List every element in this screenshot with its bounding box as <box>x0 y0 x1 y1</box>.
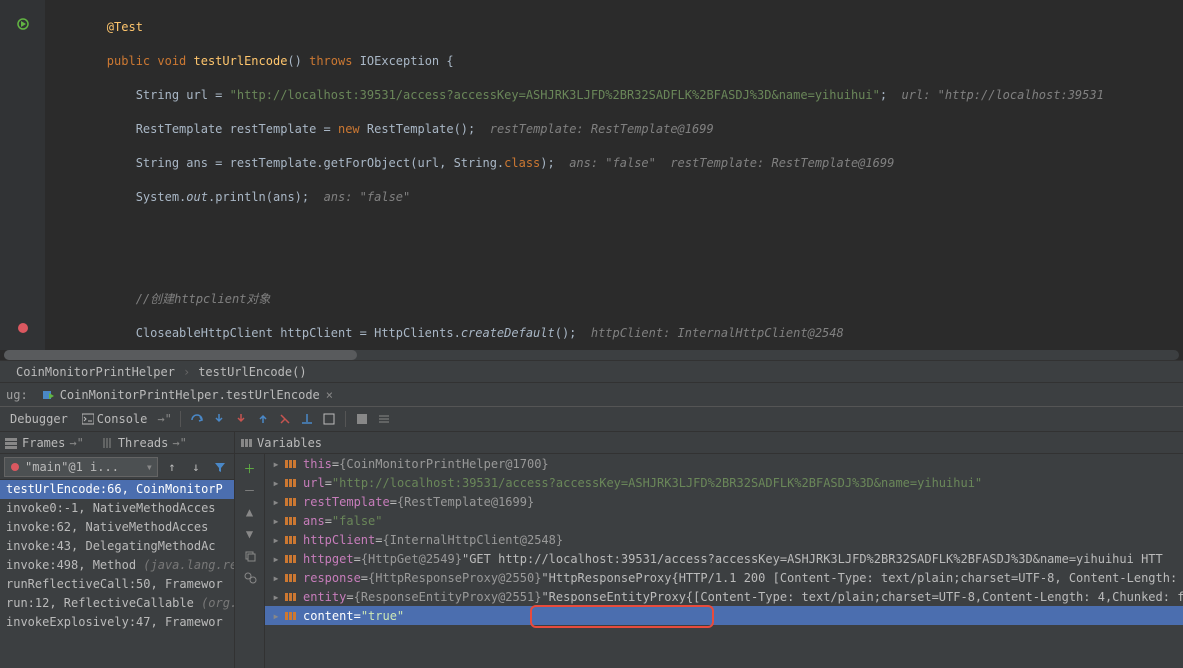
stack-frame[interactable]: testUrlEncode:66, CoinMonitorP <box>0 480 234 499</box>
stack-frame[interactable]: invokeExplosively:47, Framewor <box>0 613 234 632</box>
watches-button[interactable] <box>240 568 260 588</box>
editor-area: @Test public void testUrlEncode() throws… <box>0 0 1183 350</box>
variable-row[interactable]: ▸restTemplate = {RestTemplate@1699} <box>265 492 1183 511</box>
code-viewport[interactable]: @Test public void testUrlEncode() throws… <box>45 0 1183 350</box>
field-icon <box>285 553 299 565</box>
debugger-tab[interactable]: Debugger <box>4 412 74 426</box>
debug-session-tab[interactable]: CoinMonitorPrintHelper.testUrlEncode × <box>34 383 341 406</box>
frames-header: Frames →" Threads →" <box>0 432 234 454</box>
field-icon <box>285 458 299 470</box>
field-icon <box>285 591 299 603</box>
breadcrumb-method[interactable]: testUrlEncode() <box>190 365 314 379</box>
breakpoint-icon[interactable] <box>16 321 30 335</box>
frames-list[interactable]: testUrlEncode:66, CoinMonitorPinvoke0:-1… <box>0 480 234 668</box>
expand-icon[interactable]: ▸ <box>271 457 281 471</box>
variable-row[interactable]: ▸response = {HttpResponseProxy@2550} "Ht… <box>265 568 1183 587</box>
stack-frame[interactable]: invoke:498, Method (java.lang.re <box>0 556 234 575</box>
console-icon <box>82 413 94 425</box>
down-button[interactable]: ▼ <box>240 524 260 544</box>
step-over-button[interactable] <box>187 409 207 429</box>
variables-toolbar: ＋ － ▲ ▼ <box>235 454 265 668</box>
prev-frame-button[interactable]: ↑ <box>162 457 182 477</box>
stack-frame[interactable]: invoke:43, DelegatingMethodAc <box>0 537 234 556</box>
field-icon <box>285 515 299 527</box>
expand-icon[interactable]: ▸ <box>271 571 281 585</box>
stack-frame[interactable]: invoke:62, NativeMethodAcces <box>0 518 234 537</box>
variable-row[interactable]: ▸url = "http://localhost:39531/access?ac… <box>265 473 1183 492</box>
expand-icon[interactable]: ▸ <box>271 514 281 528</box>
thread-selector-row: "main"@1 i... ▾ ↑ ↓ <box>0 454 234 480</box>
force-step-into-button[interactable] <box>231 409 251 429</box>
frames-icon <box>4 436 18 450</box>
variables-list[interactable]: ▸this = {CoinMonitorPrintHelper@1700}▸ur… <box>265 454 1183 668</box>
frames-pane: Frames →" Threads →" "main"@1 i... ▾ ↑ ↓… <box>0 432 235 668</box>
variable-row[interactable]: ▸ans = "false" <box>265 511 1183 530</box>
copy-button[interactable] <box>240 546 260 566</box>
breadcrumb-class[interactable]: CoinMonitorPrintHelper <box>8 365 183 379</box>
debug-body: Frames →" Threads →" "main"@1 i... ▾ ↑ ↓… <box>0 432 1183 668</box>
tab-label: CoinMonitorPrintHelper.testUrlEncode <box>60 388 320 402</box>
settings-button[interactable] <box>374 409 394 429</box>
expand-icon[interactable]: ▸ <box>271 476 281 490</box>
horizontal-scrollbar[interactable] <box>4 350 1179 360</box>
remove-watch-button[interactable]: － <box>240 480 260 500</box>
variable-row[interactable]: ▸content = "true" <box>265 606 1183 625</box>
stack-frame[interactable]: runReflectiveCall:50, Framewor <box>0 575 234 594</box>
variables-icon <box>239 436 253 450</box>
debug-tabbar: ug: CoinMonitorPrintHelper.testUrlEncode… <box>0 382 1183 406</box>
chevron-down-icon: ▾ <box>146 460 153 474</box>
variable-row[interactable]: ▸httpget = {HttpGet@2549} "GET http://lo… <box>265 549 1183 568</box>
variable-row[interactable]: ▸this = {CoinMonitorPrintHelper@1700} <box>265 454 1183 473</box>
filter-frames-button[interactable] <box>210 457 230 477</box>
tab-prefix: ug: <box>0 388 34 402</box>
add-watch-button[interactable]: ＋ <box>240 458 260 478</box>
chevron-right-icon: › <box>183 365 190 379</box>
field-icon <box>285 534 299 546</box>
evaluate-button[interactable] <box>319 409 339 429</box>
variables-header: Variables <box>235 432 1183 454</box>
expand-icon[interactable]: ▸ <box>271 609 281 623</box>
debug-run-icon <box>42 388 56 402</box>
expand-icon[interactable]: ▸ <box>271 495 281 509</box>
field-icon <box>285 477 299 489</box>
console-tab[interactable]: Console <box>76 409 154 429</box>
field-icon <box>285 572 299 584</box>
code-line: @Test <box>49 20 143 34</box>
expand-icon[interactable]: ▸ <box>271 590 281 604</box>
calculator-button[interactable] <box>352 409 372 429</box>
thread-dropdown[interactable]: "main"@1 i... ▾ <box>4 457 158 477</box>
up-button[interactable]: ▲ <box>240 502 260 522</box>
breadcrumb: CoinMonitorPrintHelper › testUrlEncode() <box>0 360 1183 382</box>
threads-icon <box>100 436 114 450</box>
variable-row[interactable]: ▸httpClient = {InternalHttpClient@2548} <box>265 530 1183 549</box>
field-icon <box>285 496 299 508</box>
run-icon[interactable] <box>16 17 30 31</box>
step-out-button[interactable] <box>253 409 273 429</box>
stack-frame[interactable]: run:12, ReflectiveCallable (org.ju <box>0 594 234 613</box>
close-icon[interactable]: × <box>326 388 333 402</box>
debug-toolbar: Debugger Console →" <box>0 406 1183 432</box>
field-icon <box>285 610 299 622</box>
stack-frame[interactable]: invoke0:-1, NativeMethodAcces <box>0 499 234 518</box>
breakpoint-icon <box>9 461 21 473</box>
step-into-button[interactable] <box>209 409 229 429</box>
next-frame-button[interactable]: ↓ <box>186 457 206 477</box>
threads-tab[interactable]: Threads <box>118 436 169 450</box>
drop-frame-button[interactable] <box>275 409 295 429</box>
run-to-cursor-button[interactable] <box>297 409 317 429</box>
pin-icon[interactable]: →" <box>155 412 173 426</box>
variable-row[interactable]: ▸entity = {ResponseEntityProxy@2551} "Re… <box>265 587 1183 606</box>
editor-gutter <box>0 0 45 350</box>
variables-pane: Variables ＋ － ▲ ▼ ▸this = {CoinMonitorPr… <box>235 432 1183 668</box>
expand-icon[interactable]: ▸ <box>271 533 281 547</box>
expand-icon[interactable]: ▸ <box>271 552 281 566</box>
